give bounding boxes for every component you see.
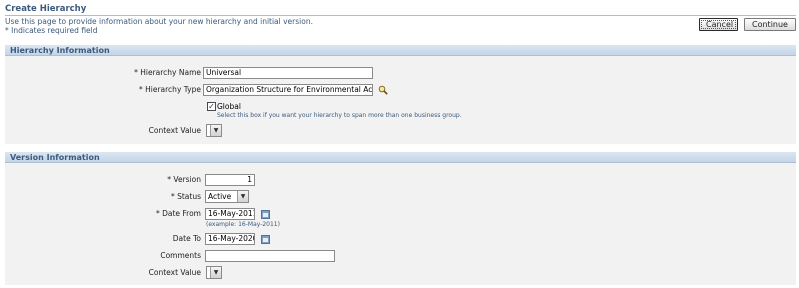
hierarchy-context-value-select[interactable]: ▼ — [206, 124, 222, 137]
version-label: * Version — [11, 174, 201, 186]
version-label-text: Version — [173, 175, 201, 184]
required-marker: * — [155, 209, 160, 218]
status-label: * Status — [11, 191, 201, 203]
required-marker: * — [138, 85, 143, 94]
comments-input[interactable] — [205, 250, 335, 262]
version-section-body: * Version 1 * Status Active ▼ * Date Fro… — [5, 163, 796, 285]
comments-label: Comments — [160, 251, 201, 260]
global-label: Global — [217, 102, 241, 111]
search-icon[interactable] — [378, 85, 388, 95]
continue-button[interactable]: Continue — [744, 18, 796, 31]
date-to-label: Date To — [172, 234, 201, 243]
cancel-button[interactable]: Cancel — [699, 18, 738, 31]
calendar-icon[interactable] — [261, 235, 270, 244]
hierarchy-name-label: * Hierarchy Name — [11, 67, 201, 79]
date-from-label: * Date From — [11, 208, 201, 220]
global-hint: Select this box if you want your hierarc… — [217, 112, 462, 119]
hierarchy-name-input[interactable]: Universal — [203, 67, 373, 79]
dropdown-arrow-icon: ▼ — [210, 125, 221, 136]
date-to-input[interactable]: 16-May-2020 — [205, 233, 255, 245]
calendar-icon[interactable] — [261, 210, 270, 219]
version-section-header: Version Information — [5, 151, 796, 163]
status-select[interactable]: Active ▼ — [205, 190, 249, 203]
required-marker: * — [170, 192, 175, 201]
instruction-text: Use this page to provide information abo… — [5, 17, 313, 26]
status-value: Active — [208, 192, 232, 201]
hierarchy-type-label-text: Hierarchy Type — [145, 85, 201, 94]
hierarchy-context-value-label: Context Value — [148, 126, 201, 135]
hierarchy-section-header: Hierarchy Information — [5, 44, 796, 56]
status-label-text: Status — [177, 192, 201, 201]
dropdown-arrow-icon: ▼ — [237, 191, 248, 202]
page-title: Create Hierarchy — [5, 4, 87, 14]
hierarchy-type-label: * Hierarchy Type — [11, 84, 201, 96]
hierarchy-name-label-text: Hierarchy Name — [140, 68, 201, 77]
title-divider — [5, 15, 796, 16]
version-context-value-select[interactable]: ▼ — [206, 266, 222, 279]
date-from-label-text: Date From — [162, 209, 201, 218]
date-example-hint: (example: 16-May-2011) — [206, 221, 280, 228]
date-from-input[interactable]: 16-May-2011 — [205, 208, 255, 220]
required-note: * Indicates required field — [5, 26, 98, 35]
instructions: Use this page to provide information abo… — [5, 17, 313, 35]
global-checkbox[interactable]: ✓ — [207, 102, 216, 111]
version-context-value-label: Context Value — [148, 268, 201, 277]
hierarchy-section-body: * Hierarchy Name Universal * Hierarchy T… — [5, 56, 796, 144]
dropdown-arrow-icon: ▼ — [210, 267, 221, 278]
hierarchy-type-input[interactable]: Organization Structure for Environmental… — [203, 84, 373, 96]
version-input[interactable]: 1 — [205, 174, 255, 186]
required-marker: * — [167, 175, 172, 184]
required-marker: * — [134, 68, 138, 77]
